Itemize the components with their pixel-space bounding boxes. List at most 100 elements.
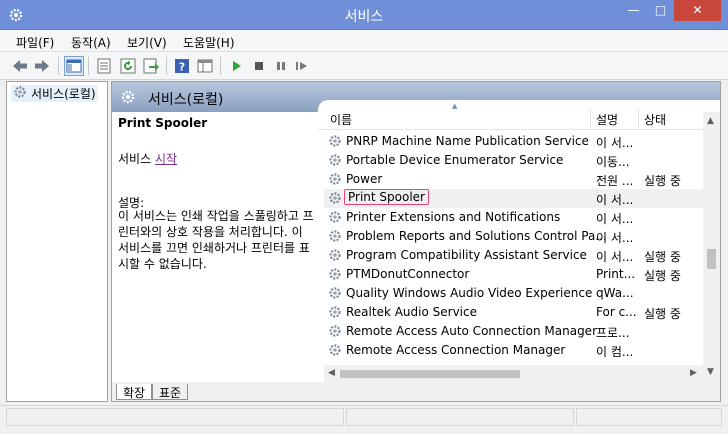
service-gear-icon: [328, 191, 342, 208]
description-text: 이 서비스는 인쇄 작업을 스풀링하고 프린터와의 상호 작용을 처리합니다. …: [118, 209, 314, 271]
service-gear-icon: [328, 248, 342, 265]
console-tree: 서비스(로컬): [6, 81, 108, 402]
stop-icon[interactable]: [249, 56, 269, 76]
sort-ascending-icon: ▲: [452, 102, 458, 110]
service-gear-icon: [328, 267, 342, 284]
service-gear-icon: [328, 286, 342, 303]
service-row[interactable]: Realtek Audio Service For c... 실행 중: [324, 303, 708, 322]
service-row[interactable]: Program Compatibility Assistant Service 이…: [324, 246, 708, 265]
help-icon[interactable]: ?: [172, 56, 192, 76]
maximize-button[interactable]: □: [647, 0, 674, 21]
service-description: For c...: [596, 305, 637, 319]
refresh-icon[interactable]: [118, 56, 138, 76]
extended-description: Print Spooler 서비스 시작 설명: 이 서비스는 인쇄 작업을 스…: [112, 112, 318, 382]
menu-file[interactable]: 파일(F): [16, 34, 54, 51]
tab-standard[interactable]: 표준: [152, 384, 189, 400]
scroll-down-icon[interactable]: ▼: [707, 367, 714, 377]
column-header-row: ▲ 이름 설명 상태: [318, 102, 708, 130]
service-action-prefix: 서비스: [118, 152, 155, 166]
service-description: 이 서...: [596, 136, 634, 150]
service-name: Problem Reports and Solutions Control Pa…: [346, 229, 607, 243]
scroll-right-icon[interactable]: ▶: [690, 368, 697, 378]
service-name: Quality Windows Audio Video Experience: [346, 286, 593, 300]
service-description: 프로...: [596, 326, 630, 340]
column-header-status[interactable]: 상태: [644, 111, 666, 128]
service-row[interactable]: Quality Windows Audio Video Experience qW…: [324, 284, 708, 303]
service-name: Print Spooler: [344, 189, 429, 205]
selected-service-name: Print Spooler: [118, 116, 208, 130]
service-gear-icon: [328, 172, 342, 189]
view-pane-icon[interactable]: [195, 56, 215, 76]
services-list: ▲ 이름 설명 상태 PNRP Machine Name Publication…: [318, 100, 720, 382]
service-gear-icon: [328, 324, 342, 341]
services-gear-icon: [13, 85, 27, 102]
tree-node-label: 서비스(로컬): [31, 87, 96, 101]
back-arrow-icon[interactable]: [10, 56, 30, 76]
services-gear-icon: [120, 89, 136, 108]
minimize-button[interactable]: —: [620, 0, 647, 21]
service-row[interactable]: Remote Access Connection Manager 이 컴...: [324, 341, 708, 360]
service-gear-icon: [328, 153, 342, 170]
service-name: PTMDonutConnector: [346, 267, 470, 281]
service-name: Realtek Audio Service: [346, 305, 477, 319]
service-name: Printer Extensions and Notifications: [346, 210, 561, 224]
svg-text:?: ?: [179, 61, 185, 74]
service-gear-icon: [328, 210, 342, 227]
column-header-name[interactable]: 이름: [330, 111, 352, 128]
service-name: Remote Access Connection Manager: [346, 343, 566, 357]
restart-icon[interactable]: [292, 56, 312, 76]
service-status: 실행 중: [644, 174, 681, 188]
service-description: 이 컴...: [596, 345, 634, 359]
menu-view[interactable]: 보기(V): [127, 34, 167, 51]
service-name: Power: [346, 172, 383, 186]
forward-arrow-icon[interactable]: [32, 56, 52, 76]
service-row[interactable]: Power 전원 ... 실행 중: [324, 170, 708, 189]
panel-header-title: 서비스(로컬): [148, 92, 224, 108]
tab-extended[interactable]: 확장: [116, 384, 153, 400]
properties-icon[interactable]: [94, 56, 114, 76]
service-description: qWa...: [596, 286, 634, 300]
service-name: Remote Access Auto Connection Manager: [346, 324, 597, 338]
service-gear-icon: [328, 305, 342, 322]
service-row[interactable]: Remote Access Auto Connection Manager 프로.…: [324, 322, 708, 341]
vertical-scrollbar[interactable]: ▲ ▼: [703, 112, 720, 382]
console-tree-icon[interactable]: [64, 56, 84, 76]
service-description: 이 서...: [596, 193, 634, 207]
service-description: 이동...: [596, 155, 630, 169]
title-bar: 서비스 — □ ✕: [0, 0, 728, 30]
service-description: 이 서...: [596, 231, 634, 245]
service-row[interactable]: PTMDonutConnector Print... 실행 중: [324, 265, 708, 284]
service-action: 서비스 시작: [118, 150, 177, 167]
horizontal-scroll-thumb[interactable]: [340, 370, 520, 378]
service-row[interactable]: Portable Device Enumerator Service 이동...: [324, 151, 708, 170]
pause-icon[interactable]: [271, 56, 291, 76]
column-header-description[interactable]: 설명: [596, 111, 618, 128]
menu-action[interactable]: 동작(A): [71, 34, 111, 51]
service-gear-icon: [328, 229, 342, 246]
service-status: 실행 중: [644, 269, 681, 283]
service-description: 이 서...: [596, 250, 634, 264]
start-icon[interactable]: [227, 56, 247, 76]
service-gear-icon: [328, 134, 342, 151]
scroll-up-icon[interactable]: ▲: [707, 116, 714, 126]
export-list-icon[interactable]: [141, 56, 161, 76]
services-panel: 서비스(로컬) Print Spooler 서비스 시작 설명: 이 서비스는 …: [111, 81, 721, 402]
close-button[interactable]: ✕: [674, 0, 721, 21]
vertical-scroll-thumb[interactable]: [707, 249, 716, 269]
service-row[interactable]: Print Spooler 이 서...: [324, 189, 708, 208]
service-row[interactable]: PNRP Machine Name Publication Service 이 서…: [324, 132, 708, 151]
service-name: Program Compatibility Assistant Service: [346, 248, 587, 262]
service-status: 실행 중: [644, 250, 681, 264]
scroll-left-icon[interactable]: ◀: [328, 368, 335, 378]
start-service-link[interactable]: 시작: [155, 152, 177, 166]
service-row[interactable]: Problem Reports and Solutions Control Pa…: [324, 227, 708, 246]
menu-bar: 파일(F) 동작(A) 보기(V) 도움말(H): [0, 30, 728, 52]
tree-node-services-local[interactable]: 서비스(로컬): [11, 85, 98, 102]
view-tabs: 확장 표준: [112, 382, 720, 401]
horizontal-scrollbar[interactable]: ◀ ▶: [324, 365, 703, 382]
menu-help[interactable]: 도움말(H): [183, 34, 235, 51]
service-row[interactable]: Printer Extensions and Notifications 이 서.…: [324, 208, 708, 227]
service-name: Portable Device Enumerator Service: [346, 153, 564, 167]
toolbar: ?: [0, 52, 728, 80]
window-title: 서비스: [344, 9, 384, 25]
